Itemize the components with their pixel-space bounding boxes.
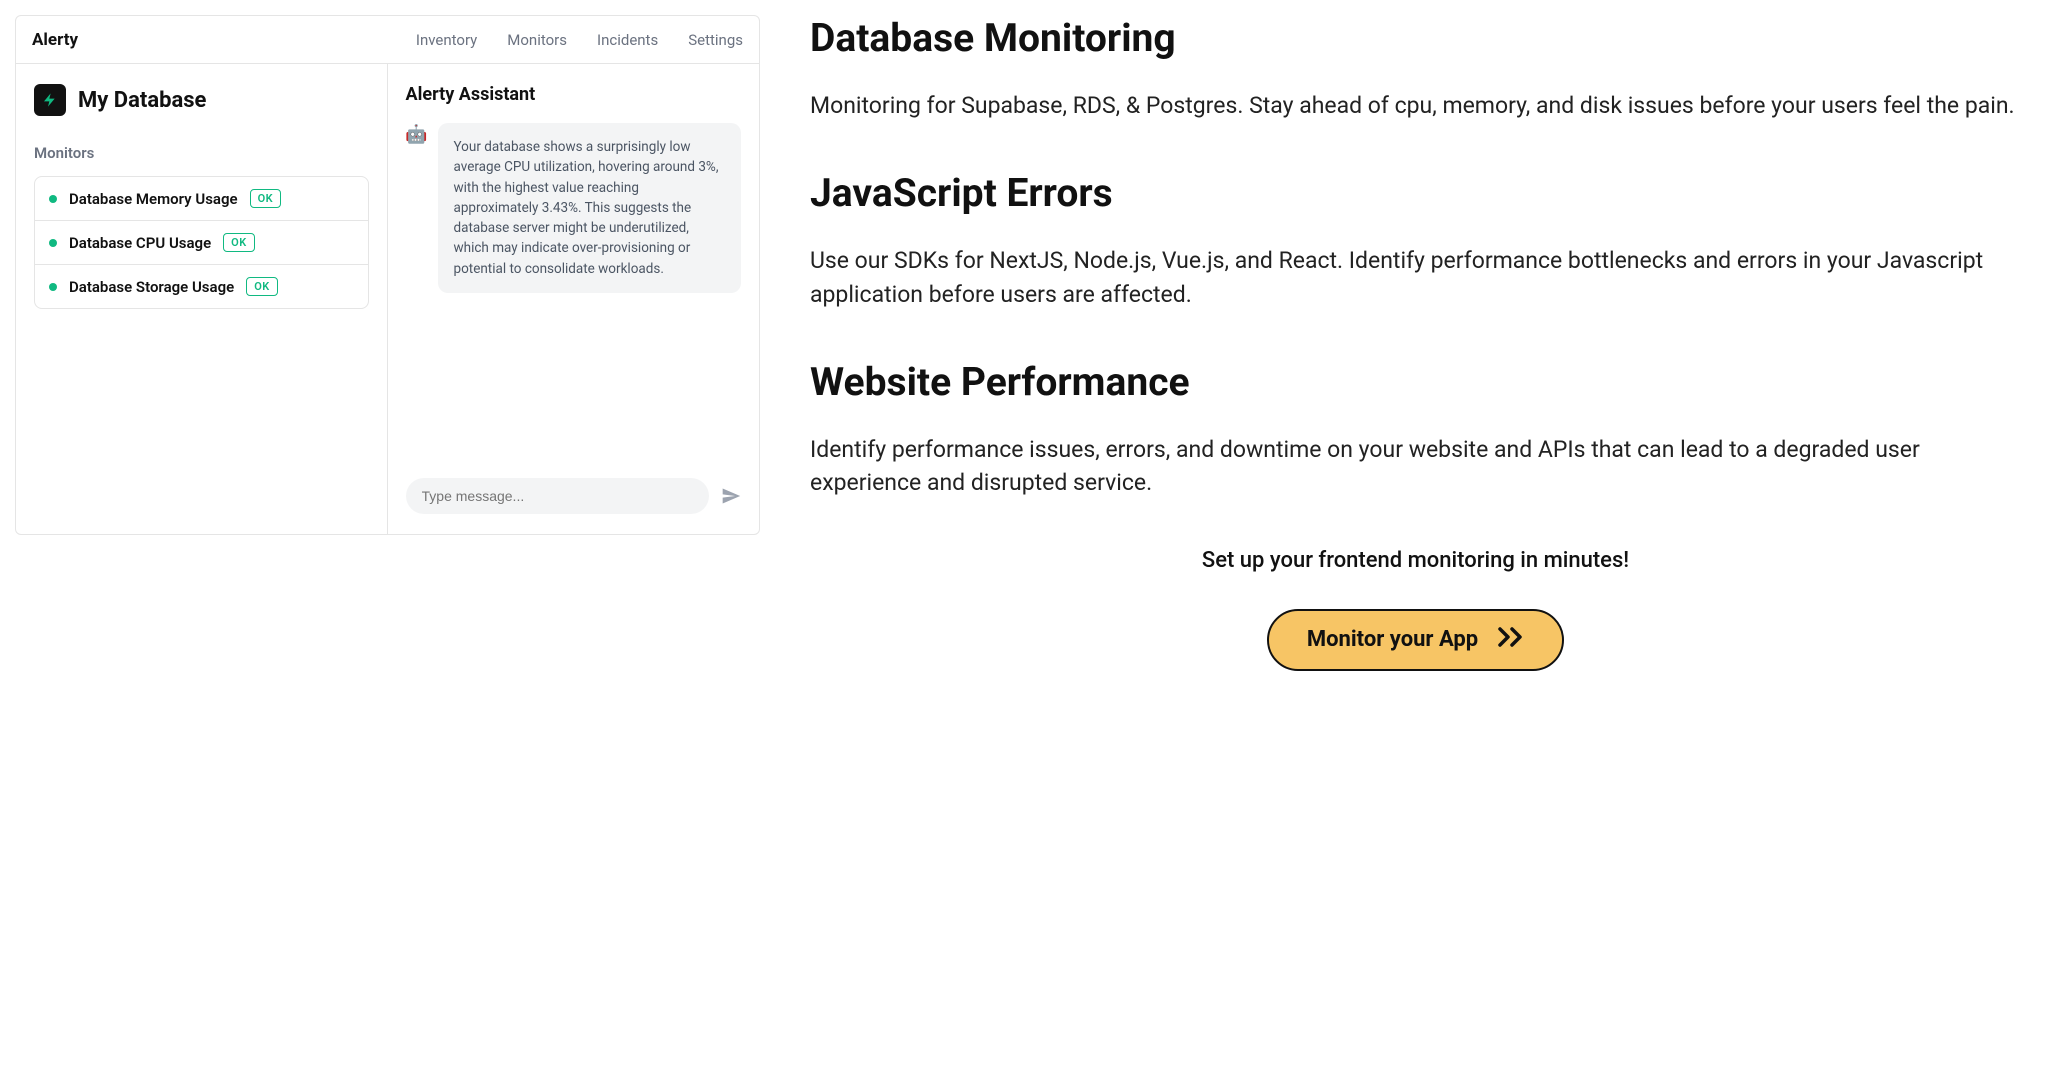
- marketing-section: Database Monitoring Monitoring for Supab…: [760, 15, 2041, 1075]
- cta-label: Monitor your App: [1307, 627, 1478, 652]
- body-database-monitoring: Monitoring for Supabase, RDS, & Postgres…: [810, 89, 2021, 122]
- status-dot-icon: [49, 283, 57, 291]
- assistant-message: Your database shows a surprisingly low a…: [438, 123, 742, 293]
- assistant-title: Alerty Assistant: [406, 84, 742, 105]
- cta-wrap: Monitor your App: [810, 609, 2021, 671]
- status-dot-icon: [49, 239, 57, 247]
- nav-inventory[interactable]: Inventory: [416, 31, 477, 49]
- message-input-row: [406, 478, 742, 514]
- app-header: Alerty Inventory Monitors Incidents Sett…: [16, 16, 759, 64]
- status-dot-icon: [49, 195, 57, 203]
- db-title: My Database: [78, 88, 206, 113]
- monitor-your-app-button[interactable]: Monitor your App: [1267, 609, 1564, 671]
- monitor-name: Database Storage Usage: [69, 278, 234, 296]
- robot-icon: 🤖: [406, 123, 428, 145]
- nav-settings[interactable]: Settings: [688, 31, 743, 49]
- status-badge: OK: [246, 277, 278, 296]
- assistant-column: Alerty Assistant 🤖 Your database shows a…: [388, 64, 760, 534]
- monitor-item[interactable]: Database Storage Usage OK: [35, 264, 368, 308]
- message-input[interactable]: [406, 478, 710, 514]
- body-website-performance: Identify performance issues, errors, and…: [810, 433, 2021, 500]
- monitors-label: Monitors: [34, 144, 369, 162]
- assistant-message-row: 🤖 Your database shows a surprisingly low…: [406, 123, 742, 462]
- chevron-double-right-icon: [1498, 627, 1524, 653]
- heading-js-errors: JavaScript Errors: [810, 170, 2021, 216]
- heading-website-performance: Website Performance: [810, 359, 2021, 405]
- db-title-row: My Database: [34, 84, 369, 116]
- status-badge: OK: [223, 233, 255, 252]
- status-badge: OK: [250, 189, 282, 208]
- monitor-name: Database Memory Usage: [69, 190, 238, 208]
- body-js-errors: Use our SDKs for NextJS, Node.js, Vue.js…: [810, 244, 2021, 311]
- nav-monitors[interactable]: Monitors: [507, 31, 567, 49]
- cta-subtext: Set up your frontend monitoring in minut…: [810, 548, 2021, 573]
- nav-incidents[interactable]: Incidents: [597, 31, 658, 49]
- left-column: My Database Monitors Database Memory Usa…: [16, 64, 388, 534]
- app-panel: Alerty Inventory Monitors Incidents Sett…: [15, 15, 760, 535]
- monitor-name: Database CPU Usage: [69, 234, 211, 252]
- monitor-item[interactable]: Database CPU Usage OK: [35, 220, 368, 264]
- heading-database-monitoring: Database Monitoring: [810, 15, 2021, 61]
- app-body: My Database Monitors Database Memory Usa…: [16, 64, 759, 534]
- monitor-item[interactable]: Database Memory Usage OK: [35, 177, 368, 220]
- app-brand: Alerty: [32, 30, 78, 50]
- send-icon[interactable]: [721, 486, 741, 506]
- monitors-list: Database Memory Usage OK Database CPU Us…: [34, 176, 369, 309]
- app-nav: Inventory Monitors Incidents Settings: [416, 31, 743, 49]
- lightning-icon: [34, 84, 66, 116]
